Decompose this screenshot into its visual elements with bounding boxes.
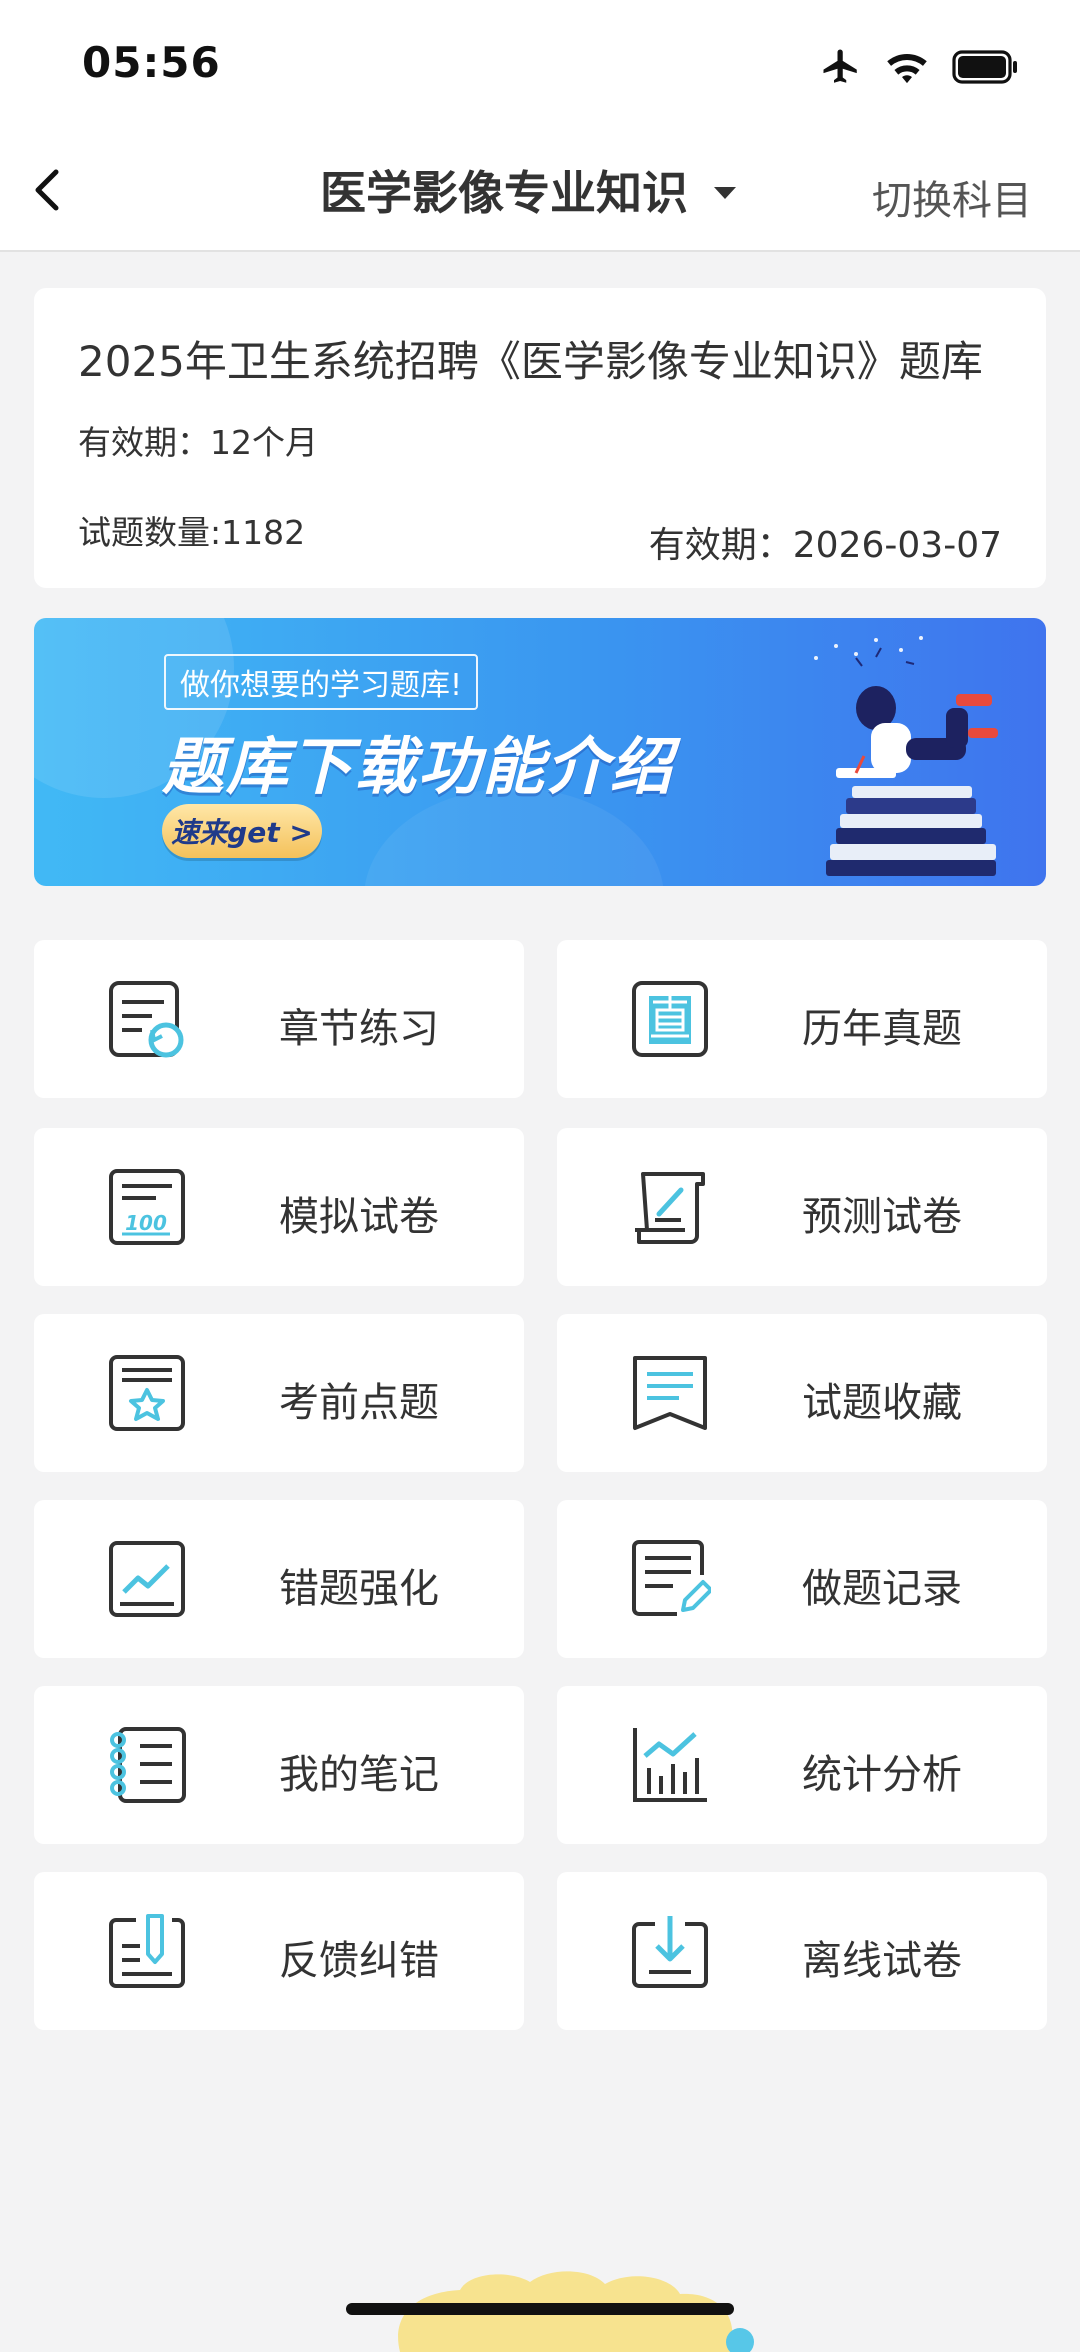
tile-feedback[interactable]: 反馈纠错 bbox=[34, 1872, 524, 2030]
card-title: 2025年卫生系统招聘《医学影像专业知识》题库 bbox=[78, 337, 983, 386]
tile-wrong-questions[interactable]: 错题强化 bbox=[34, 1500, 524, 1658]
predict-exam-icon bbox=[635, 1172, 705, 1244]
tile-statistics[interactable]: 统计分析 bbox=[557, 1686, 1047, 1844]
banner-tagline: 做你想要的学习题库! bbox=[164, 654, 479, 710]
favorites-icon bbox=[633, 1356, 707, 1430]
tile-label: 统计分析 bbox=[802, 1752, 962, 1798]
tile-mock-exam[interactable]: 100 模拟试卷 bbox=[34, 1128, 524, 1286]
banner-headline: 题库下载功能介绍 bbox=[162, 730, 675, 803]
tile-favorites[interactable]: 试题收藏 bbox=[557, 1314, 1047, 1472]
tile-label: 离线试卷 bbox=[802, 1938, 962, 1984]
tile-label: 考前点题 bbox=[279, 1380, 439, 1426]
home-indicator bbox=[346, 2303, 734, 2315]
past-exams-icon bbox=[632, 981, 708, 1057]
tile-practice-record[interactable]: 做题记录 bbox=[557, 1500, 1047, 1658]
tile-label: 试题收藏 bbox=[802, 1380, 962, 1426]
validity-period: 有效期：12个月 bbox=[78, 423, 318, 462]
tile-predict-exam[interactable]: 预测试卷 bbox=[557, 1128, 1047, 1286]
notes-icon bbox=[110, 1727, 186, 1803]
subject-selector[interactable]: 医学影像专业知识 bbox=[320, 160, 736, 220]
mock-exam-icon: 100 bbox=[109, 1169, 185, 1245]
student-books-illustration bbox=[814, 636, 998, 876]
tile-label: 反馈纠错 bbox=[279, 1938, 439, 1984]
nav-bar: 医学影像专业知识 切换科目 bbox=[0, 130, 1080, 252]
caret-down-icon bbox=[714, 187, 736, 199]
tile-label: 章节练习 bbox=[279, 1006, 439, 1052]
statistics-icon bbox=[633, 1728, 707, 1802]
tile-label: 历年真题 bbox=[802, 1006, 962, 1052]
back-arrow-icon[interactable] bbox=[16, 158, 80, 222]
tile-offline-download[interactable]: 离线试卷 bbox=[557, 1872, 1047, 2030]
battery-icon bbox=[952, 50, 1017, 84]
chapter-practice-icon bbox=[109, 981, 184, 1058]
wifi-icon bbox=[887, 54, 927, 84]
svg-text:100: 100 bbox=[125, 1211, 167, 1235]
question-count: 试题数量:1182 bbox=[78, 513, 306, 552]
feedback-icon bbox=[109, 1914, 185, 1988]
switch-subject-button[interactable]: 切换科目 bbox=[872, 168, 1032, 226]
page-title: 医学影像专业知识 bbox=[320, 166, 688, 220]
wrong-questions-icon bbox=[109, 1541, 185, 1617]
tile-past-exams[interactable]: 历年真题 bbox=[557, 940, 1047, 1098]
status-icons bbox=[820, 42, 1020, 92]
tile-label: 做题记录 bbox=[802, 1566, 962, 1612]
question-bank-card: 2025年卫生系统招聘《医学影像专业知识》题库 有效期：12个月 试题数量:11… bbox=[34, 288, 1046, 588]
tile-pre-exam-tips[interactable]: 考前点题 bbox=[34, 1314, 524, 1472]
status-bar: 05:56 bbox=[0, 0, 1080, 130]
expire-date: 有效期：2026-03-07 bbox=[648, 525, 1002, 566]
tile-label: 错题强化 bbox=[279, 1566, 439, 1612]
tile-notes[interactable]: 我的笔记 bbox=[34, 1686, 524, 1844]
offline-download-icon bbox=[632, 1916, 708, 1988]
promo-banner[interactable]: 做你想要的学习题库! 题库下载功能介绍 速来get > bbox=[34, 618, 1046, 886]
banner-cta-button[interactable]: 速来get > bbox=[162, 804, 322, 858]
status-time: 05:56 bbox=[82, 38, 221, 87]
practice-record-icon bbox=[632, 1540, 711, 1616]
tile-chapter-practice[interactable]: 章节练习 bbox=[34, 940, 524, 1098]
tile-label: 模拟试卷 bbox=[279, 1194, 439, 1240]
tile-label: 预测试卷 bbox=[802, 1194, 962, 1240]
tile-label: 我的笔记 bbox=[279, 1752, 439, 1798]
airplane-icon bbox=[823, 49, 857, 83]
pre-exam-tips-icon bbox=[109, 1355, 185, 1431]
